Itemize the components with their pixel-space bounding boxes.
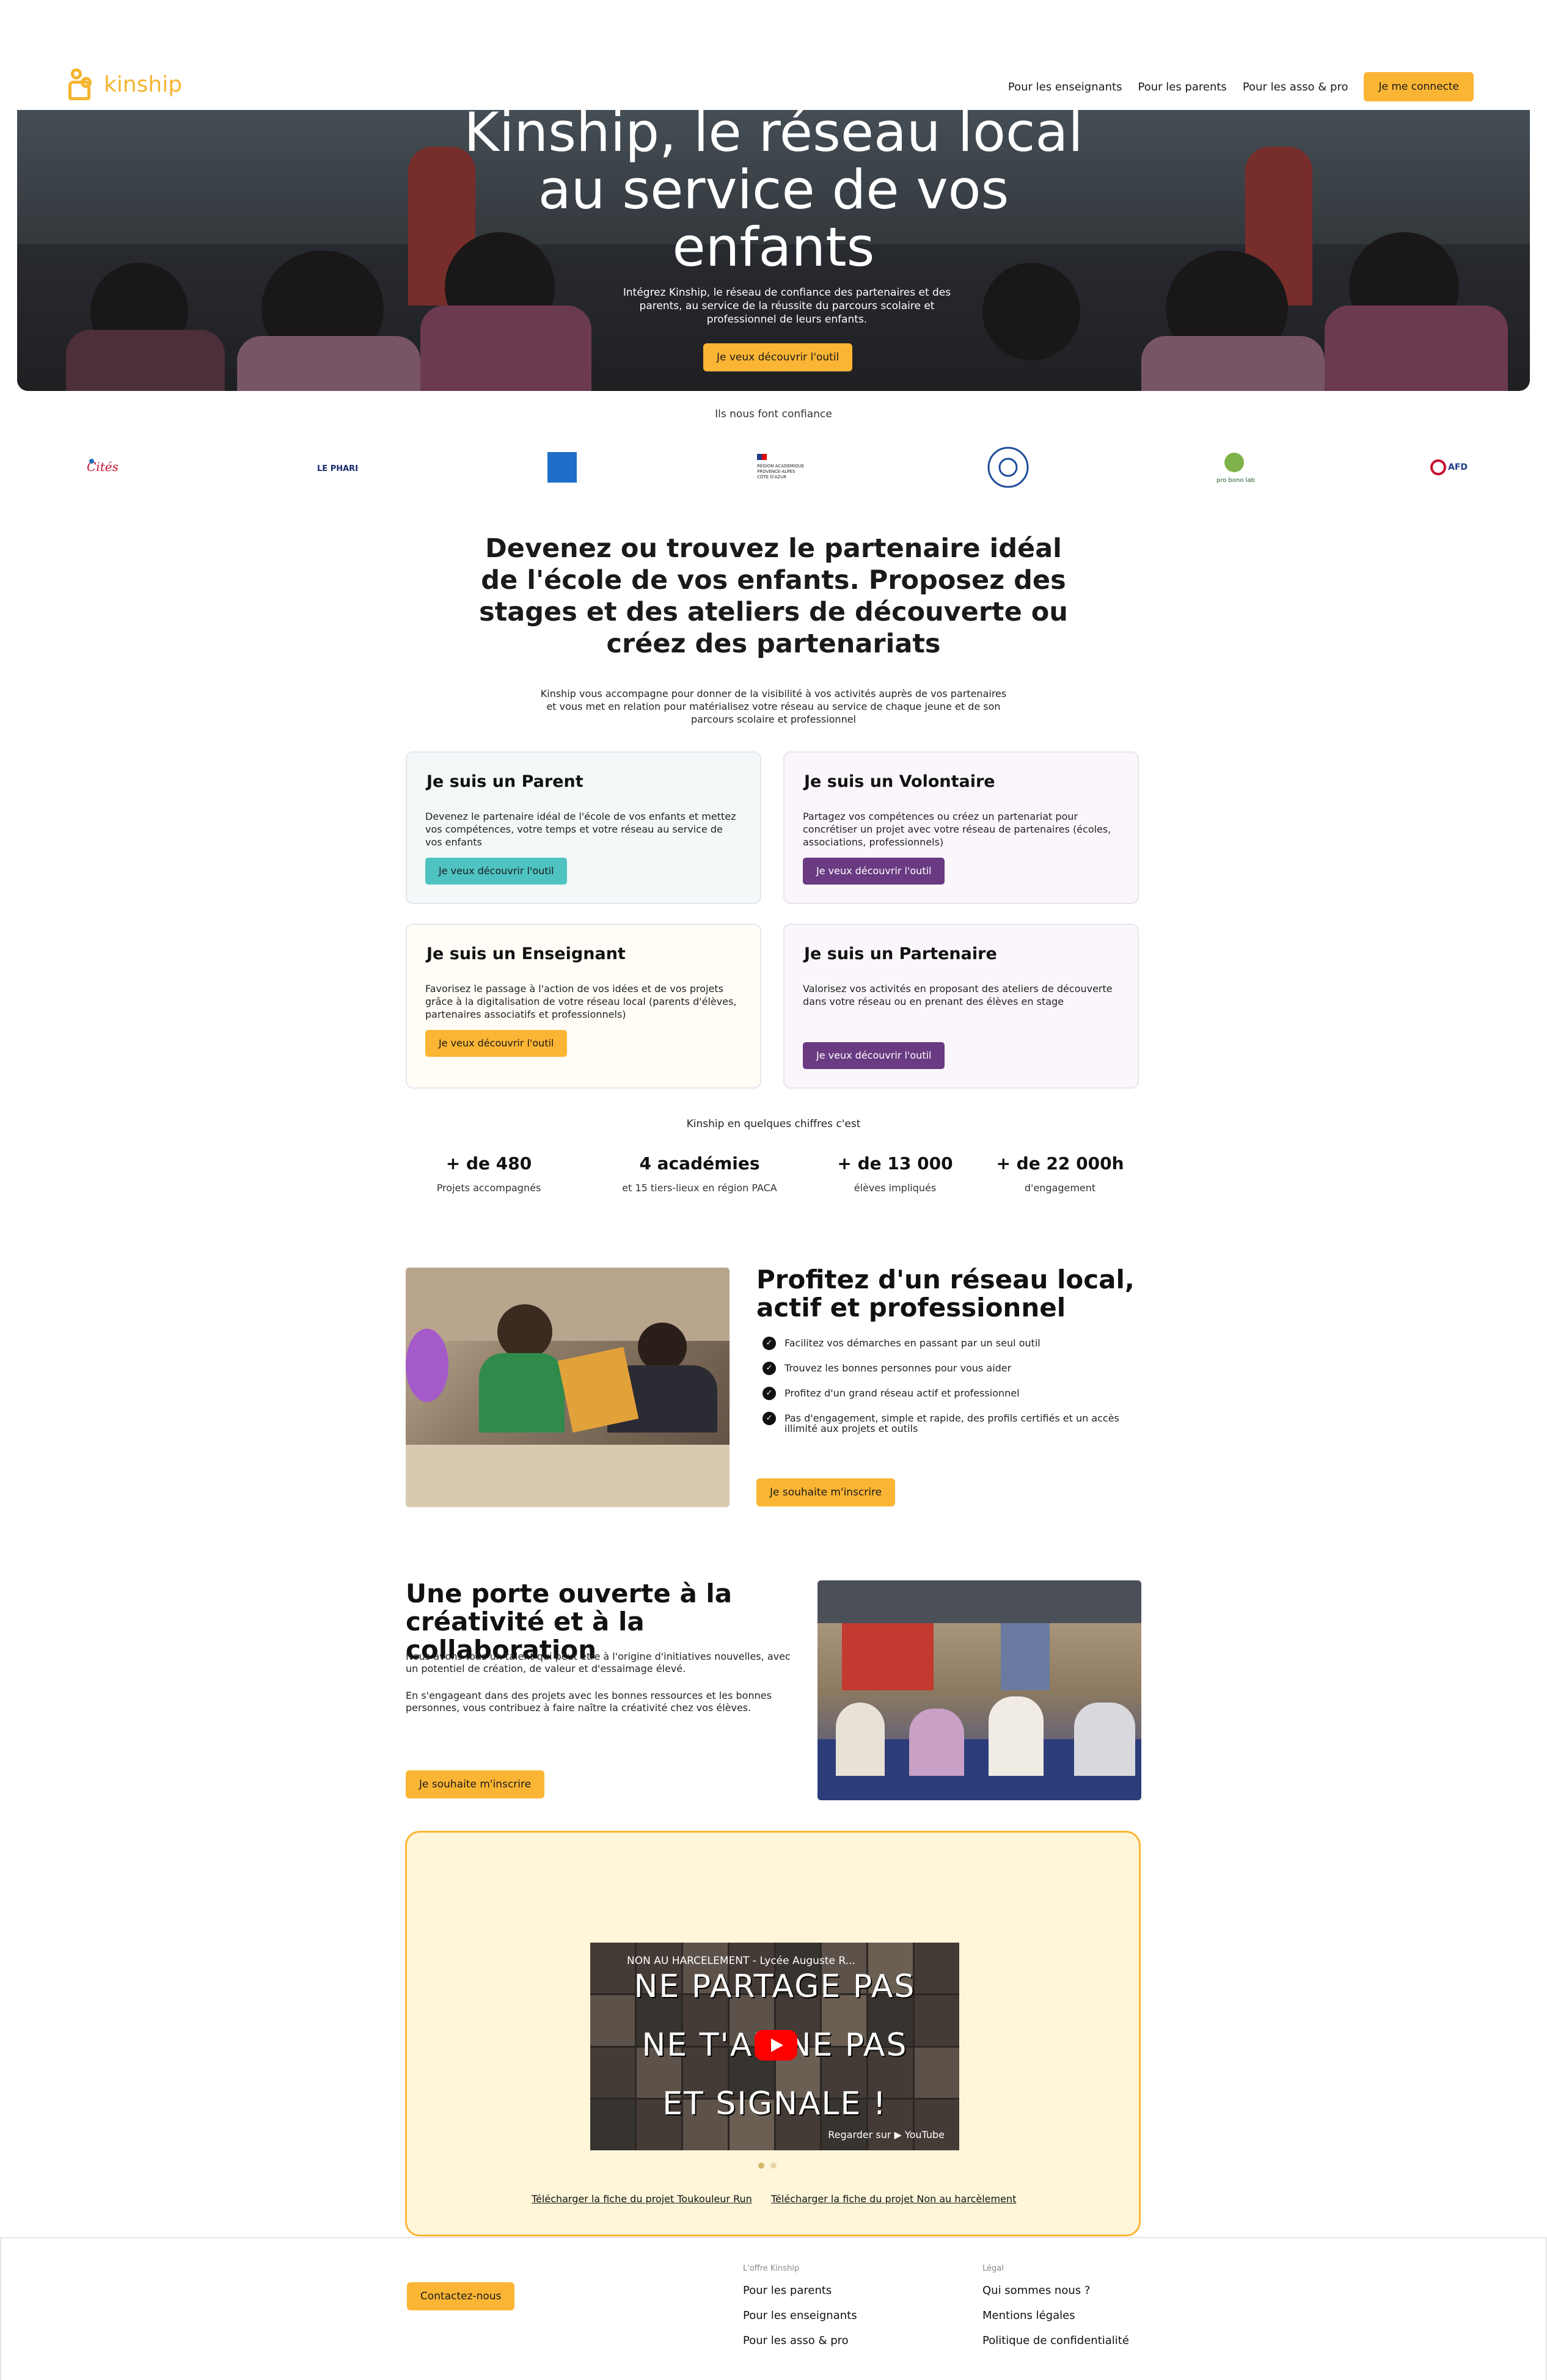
network-benefits-list: ✓ Facilitez vos démarches en passant par … — [763, 1337, 1129, 1448]
card-text: Valorisez vos activités en proposant des… — [803, 983, 1113, 1007]
hero-title: Kinship, le réseau local au service de v… — [464, 110, 1083, 279]
card-text: Partagez vos compétences ou créez un par… — [803, 811, 1111, 848]
fondation-de-france-logo — [525, 443, 599, 492]
card-text: Devenez le partenaire idéal de l'école d… — [425, 811, 736, 848]
card-title: Je suis un Volontaire — [804, 772, 995, 791]
svg-text:LE PHARE: LE PHARE — [317, 464, 357, 473]
list-item: ✓ Pas d'engagement, simple et rapide, des… — [763, 1412, 1129, 1434]
stats-label: Kinship en quelques chiffres c'est — [686, 1118, 861, 1130]
card-title: Je suis un Parent — [426, 772, 583, 791]
card-parent: Je suis un Parent Devenez le partenaire … — [406, 751, 761, 904]
le-phare-logo: LE PHARE — [299, 443, 373, 492]
partner-logos: Cités LE PHARE RÉGION ACADÉMIQUE PROVENCE… — [73, 443, 1479, 492]
svg-text:PROVENCE-ALPES: PROVENCE-ALPES — [757, 469, 795, 474]
video-caption-line: NE PARTAGE PAS — [634, 1968, 916, 2005]
login-button[interactable]: Je me connecte — [1364, 72, 1474, 101]
network-signup-button[interactable]: Je souhaite m'inscrire — [756, 1478, 896, 1506]
nav-teachers-link[interactable]: Pour les enseignants — [1008, 81, 1122, 93]
footer-parents-link[interactable]: Pour les parents — [743, 2284, 857, 2297]
hero-discover-button[interactable]: Je veux découvrir l'outil — [703, 343, 853, 371]
list-item: ✓ Facilitez vos démarches en passant par … — [763, 1337, 1129, 1350]
children-reading-photo — [406, 1268, 730, 1507]
youtube-play-icon[interactable] — [755, 2030, 797, 2061]
footer-teachers-link[interactable]: Pour les enseignants — [743, 2309, 857, 2322]
stat-engagement: + de 22 000h d'engagement — [996, 1153, 1124, 1194]
carousel-dot[interactable] — [770, 2163, 777, 2169]
volunteer-discover-button[interactable]: Je veux découvrir l'outil — [803, 858, 945, 885]
intro-subtitle: Kinship vous accompagne pour donner de l… — [540, 688, 1007, 725]
check-icon: ✓ — [763, 1387, 776, 1400]
card-volunteer: Je suis un Volontaire Partagez vos compé… — [783, 751, 1139, 904]
cites-educatives-logo: Cités — [73, 443, 147, 492]
classroom-photo — [817, 1580, 1141, 1800]
watch-on-youtube-link[interactable]: Regarder sur ▶ YouTube — [828, 2129, 945, 2141]
video-title: NON AU HARCELEMENT - Lycée Auguste R... — [627, 1955, 855, 1967]
download-toukouleur-link[interactable]: Télécharger la fiche du projet Toukouleu… — [532, 2193, 752, 2205]
site-header: kinship Pour les enseignants Pour les pa… — [0, 0, 1547, 110]
region-academique-logo: RÉGION ACADÉMIQUE PROVENCE-ALPES CÔTE D'AZ… — [745, 443, 819, 492]
footer-legal-column: Légal Qui sommes nous ? Mentions légales… — [982, 2264, 1129, 2347]
video-caption-line: ET SIGNALE ! — [662, 2086, 887, 2122]
hero-subtitle: Intégrez Kinship, le réseau de confiance… — [623, 287, 951, 326]
card-title: Je suis un Enseignant — [426, 944, 626, 963]
carousel-dots — [758, 2163, 777, 2169]
footer-offer-column: L'offre Kinship Pour les parents Pour le… — [743, 2264, 857, 2347]
creativity-signup-button[interactable]: Je souhaite m'inscrire — [406, 1770, 545, 1798]
stat-projects: + de 480 Projets accompagnés — [436, 1153, 541, 1194]
trust-label: Ils nous font confiance — [715, 408, 832, 420]
stat-students: + de 13 000 élèves impliqués — [837, 1153, 953, 1194]
pro-bono-lab-logo: pro bono lab — [1198, 443, 1271, 492]
hero-banner: Kinship, le réseau local au service de v… — [17, 110, 1530, 391]
footer-about-link[interactable]: Qui sommes nous ? — [982, 2284, 1129, 2297]
main-nav: Pour les enseignants Pour les parents Po… — [1008, 72, 1474, 101]
check-icon: ✓ — [763, 1337, 776, 1350]
svg-text:pro bono lab: pro bono lab — [1216, 477, 1255, 484]
card-text: Favorisez le passage à l'action de vos i… — [425, 983, 737, 1020]
nav-asso-pro-link[interactable]: Pour les asso & pro — [1243, 81, 1348, 93]
list-item: ✓ Trouvez les bonnes personnes pour vous … — [763, 1362, 1129, 1375]
list-item: ✓ Profitez d'un grand réseau actif et pro… — [763, 1387, 1129, 1400]
site-footer: Contactez-nous L'offre Kinship Pour les … — [0, 2237, 1547, 2380]
download-harcelement-link[interactable]: Télécharger la fiche du projet Non au ha… — [771, 2193, 1016, 2205]
stat-academies: 4 académies et 15 tiers-lieux en région … — [622, 1153, 777, 1194]
partner-discover-button[interactable]: Je veux découvrir l'outil — [803, 1042, 945, 1069]
check-icon: ✓ — [763, 1362, 776, 1375]
unapei-logo — [971, 443, 1045, 492]
afd-logo: AFD — [1417, 443, 1491, 492]
family-icon — [68, 68, 97, 100]
card-title: Je suis un Partenaire — [804, 944, 997, 963]
kinship-logo[interactable]: kinship — [68, 68, 182, 100]
project-video-section: NON AU HARCELEMENT - Lycée Auguste R... … — [405, 1831, 1141, 2236]
svg-text:CÔTE D'AZUR: CÔTE D'AZUR — [757, 474, 786, 480]
nav-parents-link[interactable]: Pour les parents — [1138, 81, 1227, 93]
logo-text: kinship — [104, 71, 183, 97]
creativity-paragraph-2: En s'engageant dans des projets avec les… — [406, 1690, 772, 1714]
teacher-discover-button[interactable]: Je veux découvrir l'outil — [425, 1030, 568, 1057]
creativity-paragraph-1: Nous avons tous un talent qui peut être … — [406, 1651, 791, 1674]
card-teacher: Je suis un Enseignant Favorisez le passa… — [406, 924, 761, 1089]
intro-title: Devenez ou trouvez le partenaire idéal d… — [479, 533, 1068, 659]
footer-legal-notice-link[interactable]: Mentions légales — [982, 2309, 1129, 2322]
svg-text:AFD: AFD — [1448, 462, 1468, 472]
parent-discover-button[interactable]: Je veux découvrir l'outil — [425, 858, 568, 885]
youtube-video-player[interactable]: NON AU HARCELEMENT - Lycée Auguste R... … — [590, 1943, 959, 2150]
network-title: Profitez d'un réseau local, actif et pro… — [756, 1265, 1135, 1323]
check-icon: ✓ — [763, 1412, 776, 1425]
svg-text:RÉGION ACADÉMIQUE: RÉGION ACADÉMIQUE — [757, 463, 804, 469]
card-partner: Je suis un Partenaire Valorisez vos acti… — [783, 924, 1139, 1089]
contact-button[interactable]: Contactez-nous — [407, 2282, 515, 2310]
carousel-dot[interactable] — [758, 2163, 764, 2169]
footer-asso-pro-link[interactable]: Pour les asso & pro — [743, 2334, 857, 2347]
footer-privacy-link[interactable]: Politique de confidentialité — [982, 2334, 1129, 2347]
